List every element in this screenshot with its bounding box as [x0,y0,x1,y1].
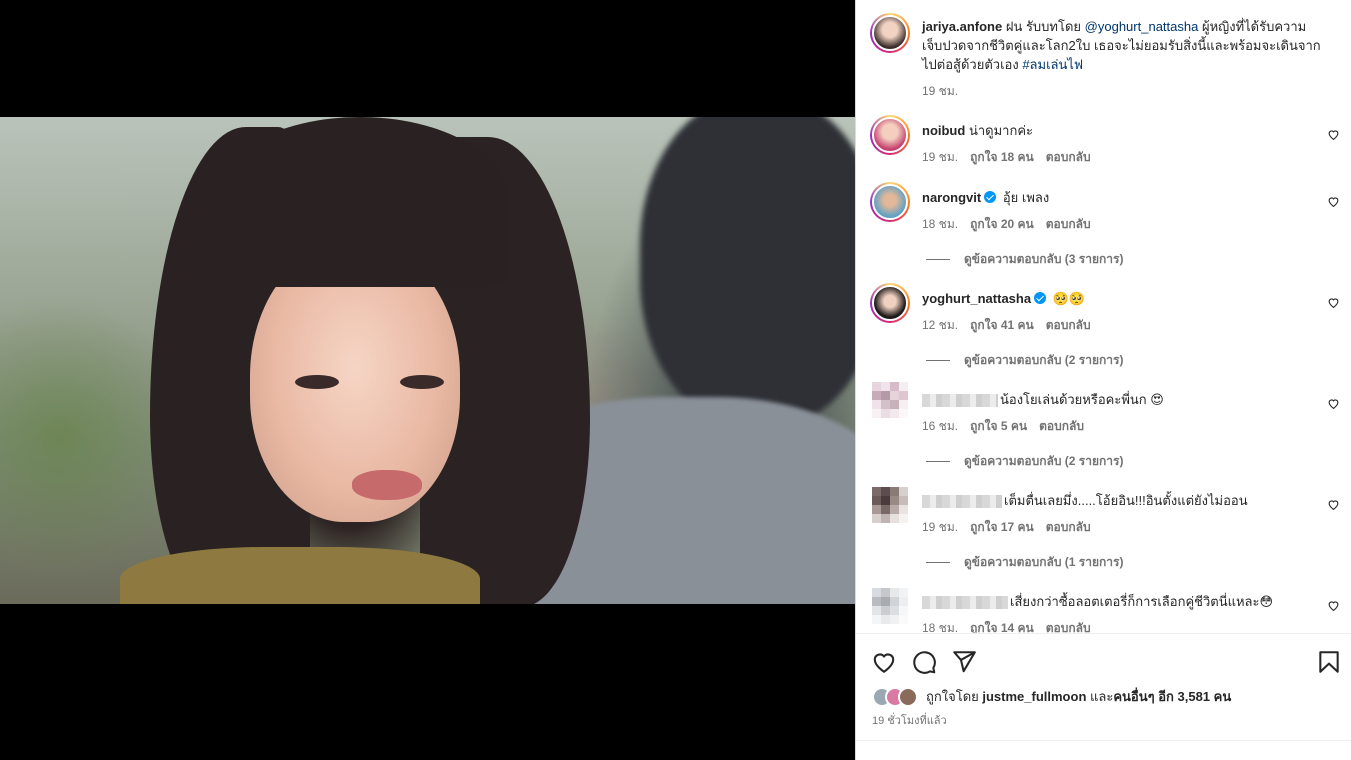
comment-meta: 19 ชม. ถูกใจ 18 คน ตอบกลับ [922,148,1091,167]
post-media[interactable] [0,0,855,760]
comment-time[interactable]: 18 ชม. [922,215,958,234]
caption-mention-link[interactable]: @yoghurt_nattasha [1085,19,1199,34]
comment-text: น่าดูมากค่ะ [968,123,1034,138]
comment-text-row: น้องโยเล่นด้วยหรือคะพี่นก 😍 [922,390,1322,409]
video-eye [400,375,444,389]
comment-avatar-blurred[interactable] [872,487,908,523]
comments-list[interactable]: jariya.anfone ฝน รับบทโดย @yoghurt_natta… [856,0,1351,633]
comment-heart-icon[interactable] [1327,498,1340,511]
comment-text-row: yoghurt_nattasha 🥺🥺 [922,289,1322,308]
blurred-username[interactable] [922,495,1002,509]
caption-time[interactable]: 19 ชม. [922,82,958,101]
replies-divider [926,562,950,563]
liker-avatars[interactable] [872,686,922,707]
comment-heart-icon[interactable] [1327,296,1340,309]
comment-heart-icon[interactable] [1327,397,1340,410]
comment-time[interactable]: 19 ชม. [922,518,958,537]
reply-button[interactable]: ตอบกลับ [1039,417,1084,436]
comment-text: น้องโยเล่นด้วยหรือคะพี่นก 😍 [1000,392,1164,407]
liker-username-link[interactable]: justme_fullmoon [982,689,1086,704]
view-replies-button[interactable]: ดูข้อความตอบกลับ (2 รายการ) [926,452,1123,471]
share-icon[interactable] [951,649,977,675]
comment-meta: 19 ชม. ถูกใจ 17 คน ตอบกลับ [922,518,1091,537]
author-username[interactable]: jariya.anfone [922,19,1002,34]
view-replies-button[interactable]: ดูข้อความตอบกลับ (3 รายการ) [926,250,1123,269]
blurred-username[interactable] [922,596,1008,610]
video-hair [210,117,510,287]
view-replies-label[interactable]: ดูข้อความตอบกลับ (1 รายการ) [964,553,1123,572]
video-frame[interactable] [0,117,855,604]
heart-icon[interactable] [871,649,897,675]
author-avatar[interactable] [870,13,910,53]
comment-text-row: เสี่ยงกว่าซื้อลอตเตอรี่ก็การเลือกคู่ชีวิ… [922,592,1322,611]
likes-middle: และ [1090,689,1114,704]
comment-text: เสี่ยงกว่าซื้อลอตเตอรี่ก็การเลือกคู่ชีวิ… [1010,594,1274,609]
post-caption: jariya.anfone ฝน รับบทโดย @yoghurt_natta… [922,17,1322,74]
comment-text-row: noibud น่าดูมากค่ะ [922,121,1322,140]
reply-button[interactable]: ตอบกลับ [1046,148,1091,167]
comment-meta: 16 ชม. ถูกใจ 5 คน ตอบกลับ [922,417,1084,436]
likes-others-link[interactable]: คนอื่นๆ อีก 3,581 คน [1113,686,1231,707]
comment-likes[interactable]: ถูกใจ 5 คน [970,417,1027,436]
reply-button[interactable]: ตอบกลับ [1046,215,1091,234]
verified-badge-icon [1034,292,1047,304]
comment-likes[interactable]: ถูกใจ 18 คน [970,148,1034,167]
view-replies-button[interactable]: ดูข้อความตอบกลับ (2 รายการ) [926,351,1123,370]
video-figure-back [640,117,855,427]
comment-heart-icon[interactable] [1327,128,1340,141]
replies-divider [926,259,950,260]
comment-avatar[interactable] [870,115,910,155]
comment-likes[interactable]: ถูกใจ 17 คน [970,518,1034,537]
comment-username[interactable]: narongvit [922,190,981,205]
video-eye [295,375,339,389]
video-jacket [120,547,480,604]
comment-text: 🥺🥺 [1052,291,1086,306]
comment-text-row: narongvit อุ้ย เพลง [922,188,1322,207]
likes-summary: ถูกใจโดย justme_fullmoon และ คนอื่นๆ อีก … [872,686,1231,707]
view-replies-label[interactable]: ดูข้อความตอบกลับ (2 รายการ) [964,452,1123,471]
comment-time[interactable]: 18 ชม. [922,619,958,633]
view-replies-label[interactable]: ดูข้อความตอบกลับ (2 รายการ) [964,351,1123,370]
comment-username[interactable]: noibud [922,123,965,138]
verified-badge-icon [984,191,997,203]
comment-text: อุ้ย เพลง [1002,190,1050,205]
comment-time[interactable]: 19 ชม. [922,148,958,167]
comment-heart-icon[interactable] [1327,195,1340,208]
comment-avatar[interactable] [870,182,910,222]
caption-prefix: ฝน รับบทโดย [1005,19,1082,34]
likes-prefix: ถูกใจโดย [926,689,979,704]
comment-likes[interactable]: ถูกใจ 20 คน [970,215,1034,234]
replies-divider [926,360,950,361]
reply-button[interactable]: ตอบกลับ [1046,619,1091,633]
view-replies-label[interactable]: ดูข้อความตอบกลับ (3 รายการ) [964,250,1123,269]
reply-button[interactable]: ตอบกลับ [1046,518,1091,537]
comment-username[interactable]: yoghurt_nattasha [922,291,1031,306]
comment-avatar-blurred[interactable] [872,382,908,418]
comment-icon[interactable] [911,649,937,675]
comment-meta: 12 ชม. ถูกใจ 41 คน ตอบกลับ [922,316,1091,335]
comments-panel: jariya.anfone ฝน รับบทโดย @yoghurt_natta… [855,0,1351,760]
post-time-ago[interactable]: 19 ชั่วโมงที่แล้ว [872,711,947,729]
comment-avatar-blurred[interactable] [872,588,908,624]
caption-hashtag-link[interactable]: #ลมเล่นไฟ [1022,57,1083,72]
comment-meta: 18 ชม. ถูกใจ 20 คน ตอบกลับ [922,215,1091,234]
comment-heart-icon[interactable] [1327,599,1340,612]
comment-meta: 18 ชม. ถูกใจ 14 คน ตอบกลับ [922,619,1091,633]
replies-divider [926,461,950,462]
add-comment-area[interactable] [856,740,1351,760]
comment-likes[interactable]: ถูกใจ 41 คน [970,316,1034,335]
caption-meta: 19 ชม. [922,82,958,101]
reply-button[interactable]: ตอบกลับ [1046,316,1091,335]
comment-time[interactable]: 16 ชม. [922,417,958,436]
blurred-username[interactable] [922,394,998,408]
comment-text: เต็มตื่นเลยมึ่ง.....โอ้ยอิน!!!อินตั้งแต่… [1004,493,1248,508]
comment-likes[interactable]: ถูกใจ 14 คน [970,619,1034,633]
view-replies-button[interactable]: ดูข้อความตอบกลับ (1 รายการ) [926,553,1123,572]
comment-text-row: เต็มตื่นเลยมึ่ง.....โอ้ยอิน!!!อินตั้งแต่… [922,491,1322,510]
comment-time[interactable]: 12 ชม. [922,316,958,335]
video-lips [352,470,422,500]
comment-avatar[interactable] [870,283,910,323]
bookmark-icon[interactable] [1316,649,1342,675]
